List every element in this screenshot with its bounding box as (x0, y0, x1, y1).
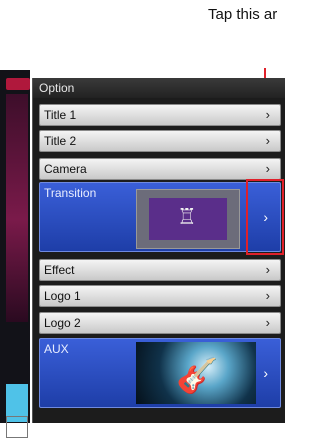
option-effect[interactable]: Effect › (39, 259, 281, 281)
guitarist-photo: 🎸 (176, 357, 219, 395)
option-logo-2[interactable]: Logo 2 › (39, 312, 281, 334)
option-transition[interactable]: Transition ♖ › (39, 182, 281, 252)
chevron-right-icon: › (265, 262, 270, 277)
chevron-right-icon: › (265, 315, 270, 330)
option-title-1[interactable]: Title 1 › (39, 104, 281, 126)
option-title-2[interactable]: Title 2 › (39, 130, 281, 152)
option-label: Title 2 (44, 134, 77, 148)
chevron-right-icon: › (265, 288, 270, 303)
option-label: Camera (44, 162, 87, 176)
chevron-right-icon: › (265, 133, 270, 148)
chevron-right-icon[interactable]: › (263, 365, 268, 381)
option-label: Logo 2 (44, 316, 81, 330)
preview-strip (0, 70, 30, 438)
chevron-right-icon: › (265, 107, 270, 122)
option-camera[interactable]: Camera › (39, 158, 281, 180)
option-label: Title 1 (44, 108, 77, 122)
callout-highlight-box (246, 179, 284, 255)
option-label: Logo 1 (44, 289, 81, 303)
option-label: Transition (44, 186, 97, 200)
option-label: Effect (44, 263, 75, 277)
option-logo-1[interactable]: Logo 1 › (39, 285, 281, 307)
preview-image (6, 94, 28, 322)
status-tag (6, 78, 30, 90)
chevron-right-icon: › (265, 161, 270, 176)
option-label: AUX (44, 342, 69, 356)
annotation-text: Tap this ar (208, 6, 278, 23)
aux-thumbnail: 🎸 (136, 342, 256, 404)
panel-title: Option (33, 78, 285, 98)
option-aux[interactable]: AUX 🎸 › (39, 338, 281, 408)
transition-glyph-icon: ♖ (177, 204, 197, 229)
transition-thumbnail: ♖ (136, 189, 240, 249)
control-icon[interactable] (6, 416, 28, 438)
